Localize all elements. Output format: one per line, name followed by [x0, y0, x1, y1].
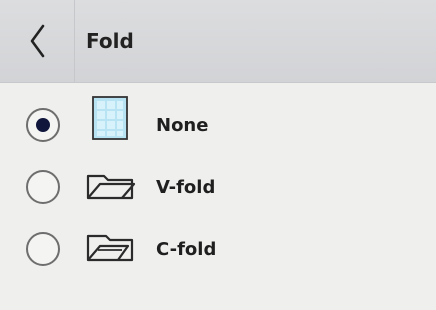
fold-option-label: V-fold — [156, 177, 216, 198]
fold-option-c-fold[interactable]: C-fold — [0, 220, 436, 278]
v-fold-icon — [86, 174, 136, 200]
fold-option-label: C-fold — [156, 239, 217, 260]
radio-c-fold[interactable] — [26, 232, 60, 266]
radio-selected-dot — [36, 118, 50, 132]
c-fold-icon — [86, 234, 134, 262]
radio-v-fold[interactable] — [26, 170, 60, 204]
fold-option-none[interactable]: None — [0, 96, 436, 154]
fold-option-v-fold[interactable]: V-fold — [0, 158, 436, 216]
page-title: Fold — [86, 29, 134, 53]
header-bar: Fold — [0, 0, 436, 83]
chevron-left-icon — [30, 24, 45, 58]
back-button[interactable] — [0, 0, 74, 82]
fold-settings-screen: Fold None V-fold C-fold — [0, 0, 436, 310]
fold-option-label: None — [156, 115, 209, 136]
header-divider — [74, 0, 75, 82]
flat-sheet-icon — [92, 96, 128, 140]
radio-none[interactable] — [26, 108, 60, 142]
fold-options-list: None V-fold C-fold — [0, 82, 436, 310]
